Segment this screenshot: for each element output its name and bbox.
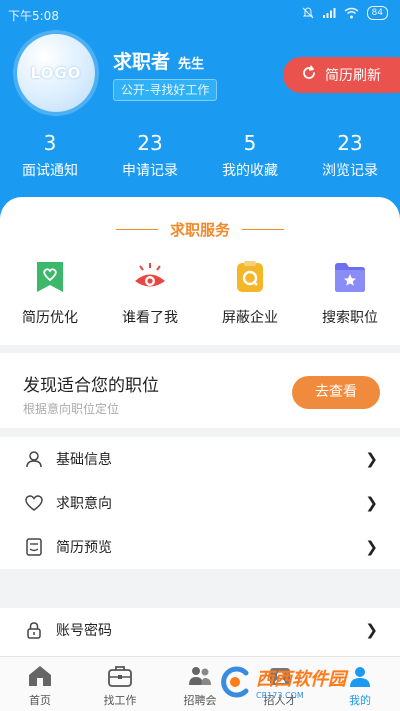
divider: [242, 229, 284, 230]
menu-item-label: 求职意向: [56, 496, 112, 512]
services-title: 求职服务: [169, 221, 230, 239]
service-who-viewed-me[interactable]: 谁看了我: [100, 259, 200, 327]
menu-item-label: 简历预览: [56, 540, 112, 556]
service-block-company[interactable]: 屏蔽企业: [200, 259, 300, 327]
status-time: 下午5:08: [8, 9, 59, 23]
resume-preview-icon: [24, 537, 44, 557]
profile-menu: 基础信息 ❯ 求职意向 ❯ 简历预览 ❯: [0, 437, 400, 569]
recommend-title: 发现适合您的职位: [23, 376, 159, 396]
eye-icon: [132, 259, 168, 295]
chevron-right-icon: ❯: [365, 538, 378, 556]
services-grid: 简历优化 谁看了我 屏蔽企业 搜索职位: [0, 259, 400, 327]
mute-icon: [302, 7, 314, 19]
block-company-icon: [232, 259, 268, 295]
avatar[interactable]: LOGO: [17, 34, 95, 112]
refresh-icon: [301, 65, 317, 85]
divider: [115, 229, 158, 230]
resume-refresh-button[interactable]: 简历刷新: [283, 57, 400, 93]
job-recommendation-card: 发现适合您的职位 根据意向职位定位 去查看: [0, 353, 400, 428]
watermark-logo-icon: [221, 666, 249, 698]
watermark: 西西软件园 CR173.COM: [218, 662, 384, 702]
nav-label: 首页: [29, 694, 51, 707]
user-name: 求职者: [113, 51, 171, 73]
stat-label: 我的收藏: [222, 163, 278, 179]
service-resume-optimize[interactable]: 简历优化: [0, 259, 100, 327]
stat-label: 面试通知: [22, 163, 78, 179]
service-label: 搜索职位: [322, 310, 378, 326]
stat-label: 浏览记录: [322, 163, 378, 179]
status-icons: 84: [302, 6, 388, 20]
stat-interview-notice[interactable]: 3 面试通知: [0, 130, 100, 180]
services-heading: 求职服务: [0, 219, 400, 240]
watermark-text-group: 西西软件园 CR173.COM: [256, 665, 346, 700]
briefcase-icon: [106, 662, 134, 690]
search-job-icon: [332, 259, 368, 295]
recommend-subtitle: 根据意向职位定位: [23, 402, 120, 416]
chevron-right-icon: ❯: [365, 621, 378, 639]
stats-row: 3 面试通知 23 申请记录 5 我的收藏 23 浏览记录: [0, 130, 400, 180]
chevron-right-icon: ❯: [365, 494, 378, 512]
nav-label: 招聘会: [183, 694, 217, 707]
menu-item-label: 账号密码: [56, 623, 112, 639]
nav-home[interactable]: 首页: [0, 657, 80, 711]
stat-count: 3: [43, 131, 57, 155]
heart-icon: [24, 493, 44, 513]
resume-optimize-icon: [32, 259, 68, 295]
stat-count: 5: [243, 131, 257, 155]
job-services-card: 求职服务 简历优化 谁看了我 屏蔽企业 搜索职位: [0, 197, 400, 345]
service-search-jobs[interactable]: 搜索职位: [300, 259, 400, 327]
service-label: 谁看了我: [122, 310, 178, 326]
watermark-sub: CR173.COM: [256, 690, 304, 700]
menu-item-basic-info[interactable]: 基础信息 ❯: [0, 437, 400, 481]
status-bar: 下午5:08 84: [0, 0, 400, 28]
service-label: 简历优化: [22, 310, 78, 326]
watermark-text: 西西软件园: [256, 668, 346, 690]
menu-item-label: 基础信息: [56, 452, 112, 468]
stat-application-records[interactable]: 23 申请记录: [100, 130, 200, 180]
stat-label: 申请记录: [122, 163, 178, 179]
home-icon: [26, 662, 54, 690]
resume-refresh-label: 简历刷新: [325, 68, 381, 84]
wifi-icon: [344, 7, 359, 19]
nav-label: 找工作: [103, 694, 137, 707]
menu-item-resume-preview[interactable]: 简历预览 ❯: [0, 525, 400, 569]
stat-my-favorites[interactable]: 5 我的收藏: [200, 130, 300, 180]
user-icon: [24, 449, 44, 469]
nav-find-job[interactable]: 找工作: [80, 657, 160, 711]
account-menu: 账号密码 ❯: [0, 608, 400, 656]
signal-icon: [322, 7, 336, 19]
view-jobs-button[interactable]: 去查看: [292, 376, 380, 409]
job-fair-icon: [186, 662, 214, 690]
battery-indicator: 84: [366, 6, 388, 20]
job-status-badge[interactable]: 公开-寻找好工作: [113, 79, 218, 101]
stat-count: 23: [137, 131, 163, 155]
chevron-right-icon: ❯: [365, 450, 378, 468]
menu-item-account-password[interactable]: 账号密码 ❯: [0, 608, 400, 652]
menu-item-job-intention[interactable]: 求职意向 ❯: [0, 481, 400, 525]
stat-count: 23: [337, 131, 363, 155]
user-title: 先生: [178, 57, 205, 72]
service-label: 屏蔽企业: [222, 310, 278, 326]
stat-browse-records[interactable]: 23 浏览记录: [300, 130, 400, 180]
lock-icon: [24, 620, 44, 640]
